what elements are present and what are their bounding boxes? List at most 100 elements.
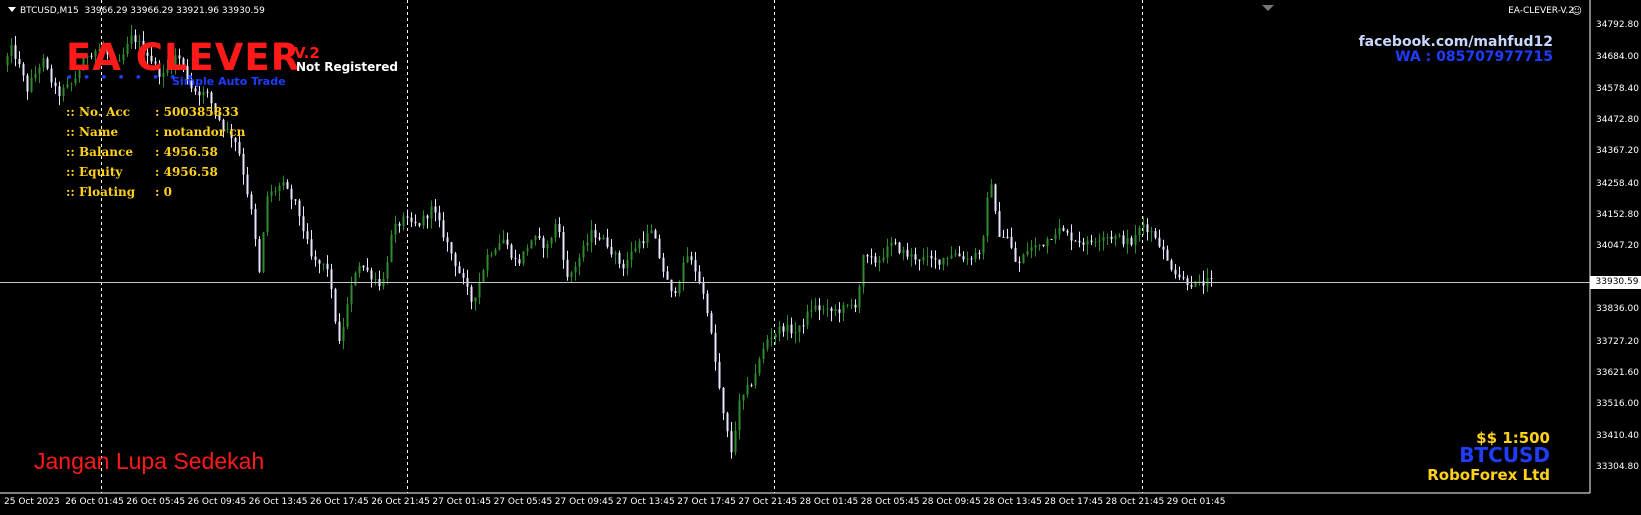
candle-body	[278, 185, 281, 192]
candle-body	[298, 200, 301, 217]
candle-body	[770, 337, 773, 340]
candle-body	[830, 308, 833, 312]
candle-body	[890, 242, 893, 247]
candle-body	[1150, 231, 1153, 233]
expert-advisor-name[interactable]: EA-CLEVER-V.2	[1508, 6, 1574, 16]
candle-body	[902, 249, 905, 253]
candle-body	[666, 271, 669, 280]
price-tick-label: 33727.20	[1596, 336, 1639, 347]
candle-body	[510, 244, 513, 259]
broker-label: RoboForex Ltd	[1427, 466, 1550, 484]
candle-body	[674, 291, 677, 294]
candle-body	[434, 206, 437, 213]
info-value: : notandor cn	[155, 125, 246, 139]
candle-body	[334, 289, 337, 322]
price-tick-label: 34152.80	[1596, 210, 1639, 221]
candle-body	[250, 194, 253, 210]
candle-body	[894, 242, 897, 244]
candle-body	[1082, 242, 1085, 245]
candle-body	[622, 263, 625, 269]
candle-body	[1202, 281, 1205, 286]
collapse-triangle-icon[interactable]	[8, 7, 16, 12]
candle-body	[846, 304, 849, 306]
candle-body	[1038, 244, 1041, 246]
price-tick-label: 34792.80	[1596, 20, 1639, 30]
candle-body	[1134, 235, 1137, 245]
candle-body	[882, 257, 885, 261]
chart-shift-marker-icon[interactable]	[1262, 5, 1274, 11]
candle-body	[1034, 245, 1037, 248]
price-tick-label: 33516.00	[1596, 399, 1639, 410]
candle-body	[62, 87, 65, 97]
candle-body	[1062, 227, 1065, 231]
time-tick-label: 26 Oct 17:45	[310, 497, 369, 507]
candle-body	[346, 304, 349, 327]
candle-body	[438, 212, 441, 221]
candle-body	[390, 234, 393, 262]
reminder-message: Jangan Lupa Sedekah	[34, 448, 265, 474]
candle-body	[282, 182, 285, 186]
candle-body	[1130, 237, 1133, 245]
smiley-icon[interactable]: ☺	[1572, 6, 1582, 17]
candle-body	[370, 270, 373, 280]
candle-body	[914, 254, 917, 260]
candle-body	[614, 252, 617, 255]
candle-body	[462, 273, 465, 278]
candle-body	[490, 254, 493, 256]
candle-body	[18, 58, 21, 65]
candle-body	[734, 430, 737, 453]
candle-body	[826, 308, 829, 310]
candle-body	[210, 92, 213, 104]
candle-body	[670, 279, 673, 292]
time-tick-label: 26 Oct 09:45	[187, 497, 247, 507]
price-tick-label: 34367.20	[1596, 146, 1639, 157]
candle-body	[766, 339, 769, 349]
candle-body	[650, 230, 653, 234]
candle-body	[10, 45, 13, 57]
candle-body	[66, 84, 69, 88]
registration-status: Not Registered	[296, 60, 398, 74]
candle-body	[494, 249, 497, 255]
candle-body	[1206, 278, 1209, 286]
time-tick-label: 28 Oct 01:45	[799, 497, 859, 507]
candle-body	[762, 348, 765, 360]
candle-body	[1106, 236, 1109, 238]
candle-body	[586, 242, 589, 246]
candle-body	[838, 309, 841, 313]
price-tick-label: 33410.40	[1596, 430, 1639, 441]
candle-body	[1006, 236, 1009, 238]
candle-body	[1050, 238, 1053, 240]
candle-body	[454, 253, 457, 267]
candle-body	[782, 326, 785, 332]
candle-body	[930, 255, 933, 259]
candle-body	[806, 311, 809, 326]
whatsapp-contact: WA : 085707977715	[1395, 49, 1553, 65]
candle-body	[598, 237, 601, 240]
price-tick-label: 34258.40	[1596, 178, 1639, 189]
candle-body	[758, 359, 761, 374]
candle-body	[202, 91, 205, 96]
candle-body	[962, 256, 965, 260]
candle-body	[682, 262, 685, 282]
candle-body	[1030, 247, 1033, 252]
candle-body	[530, 240, 533, 249]
candle-body	[918, 259, 921, 261]
time-tick-label: 27 Oct 05:45	[493, 497, 553, 507]
candle-body	[842, 304, 845, 313]
candle-body	[746, 385, 749, 395]
candle-body	[1190, 285, 1193, 287]
candle-body	[354, 272, 357, 286]
candle-body	[1154, 231, 1157, 238]
candle-body	[722, 388, 725, 414]
candle-body	[730, 431, 733, 453]
candle-body	[326, 263, 329, 270]
candle-body	[458, 266, 461, 274]
candle-body	[910, 254, 913, 257]
candle-body	[294, 199, 297, 201]
ea-tagline: Simple Auto Trade	[172, 75, 286, 88]
candle-body	[1142, 224, 1145, 228]
candle-body	[690, 256, 693, 261]
chart-area[interactable]: BTCUSD,M15 33966.29 33966.29 33921.96 33…	[0, 0, 1641, 515]
candle-body	[742, 394, 745, 401]
candle-body	[678, 281, 681, 294]
